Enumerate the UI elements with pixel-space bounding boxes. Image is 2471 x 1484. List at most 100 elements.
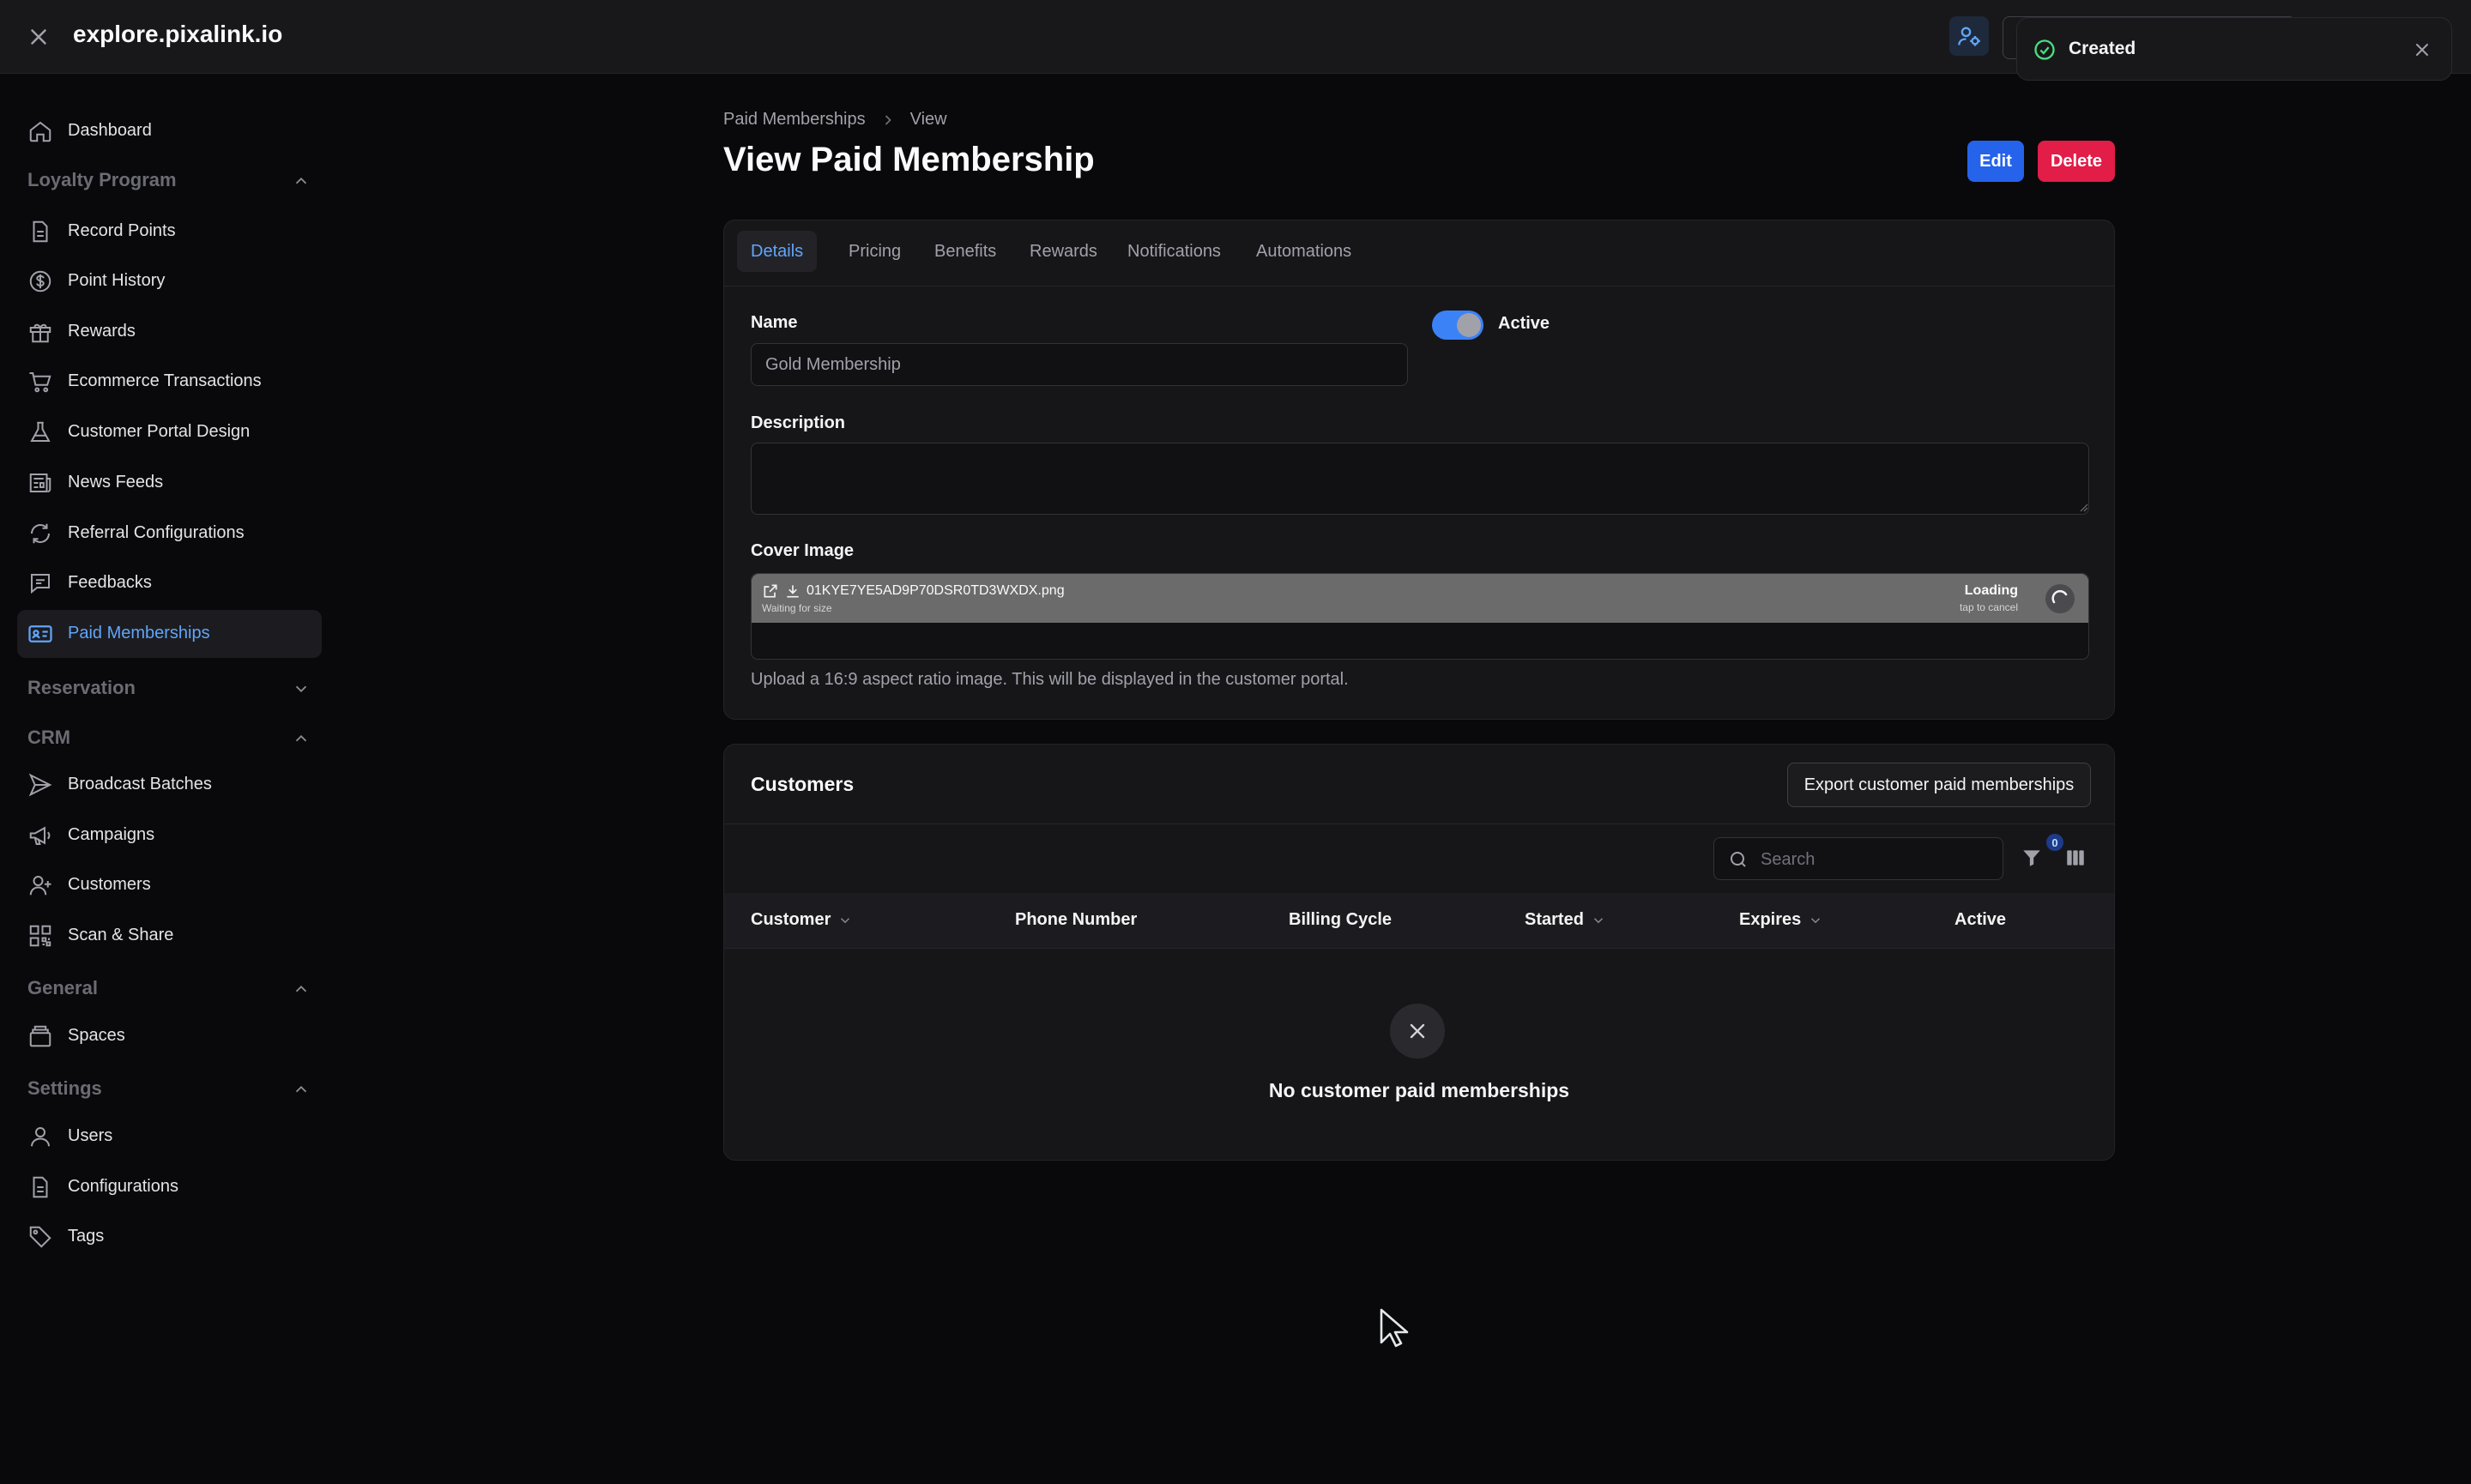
search-icon bbox=[1728, 849, 1749, 870]
empty-state-x-icon bbox=[1390, 1004, 1445, 1059]
sidebar-item-record-points[interactable]: Record Points bbox=[17, 208, 322, 256]
column-label: Billing Cycle bbox=[1289, 910, 1393, 929]
sidebar-item-paid-memberships[interactable]: Paid Memberships bbox=[17, 610, 322, 658]
resize-handle-icon[interactable] bbox=[2078, 502, 2088, 512]
chevron-up-icon bbox=[292, 1080, 311, 1099]
chevron-down-icon bbox=[837, 913, 853, 928]
chat-icon bbox=[27, 570, 53, 596]
tab-benefits[interactable]: Benefits bbox=[921, 231, 1010, 272]
breadcrumb-parent[interactable]: Paid Memberships bbox=[723, 110, 866, 130]
external-link-icon[interactable] bbox=[762, 582, 779, 600]
sidebar-item-customer-portal-design[interactable]: Customer Portal Design bbox=[17, 408, 322, 456]
filter-icon[interactable] bbox=[2021, 847, 2043, 869]
sidebar-item-scan-share[interactable]: Scan & Share bbox=[17, 912, 322, 960]
sidebar-item-label: Spaces bbox=[68, 1026, 125, 1045]
send-icon bbox=[27, 772, 53, 798]
sidebar-group-general[interactable]: General bbox=[27, 972, 311, 1006]
name-label: Name bbox=[751, 313, 798, 332]
sidebar-group-settings[interactable]: Settings bbox=[27, 1072, 311, 1107]
tab-rewards[interactable]: Rewards bbox=[1016, 231, 1111, 272]
toggle-knob bbox=[1457, 313, 1481, 337]
sidebar-item-campaigns[interactable]: Campaigns bbox=[17, 811, 322, 860]
sidebar-group-loyalty[interactable]: Loyalty Program bbox=[27, 164, 311, 198]
sidebar-item-configurations[interactable]: Configurations bbox=[17, 1163, 322, 1211]
chevron-down-icon bbox=[292, 679, 311, 698]
sidebar-item-customers[interactable]: Customers bbox=[17, 861, 322, 909]
details-card: Details Pricing Benefits Rewards Notific… bbox=[723, 220, 2115, 720]
file-name: 01KYE7YE5AD9P70DSR0TD3WXDX.png bbox=[807, 583, 1065, 598]
sidebar-item-point-history[interactable]: Point History bbox=[17, 257, 322, 305]
user-settings-button[interactable] bbox=[1949, 16, 1989, 56]
sidebar-item-news-feeds[interactable]: News Feeds bbox=[17, 459, 322, 507]
check-circle-icon bbox=[2033, 38, 2057, 62]
column-expires[interactable]: Expires bbox=[1739, 910, 1823, 930]
file-item: 01KYE7YE5AD9P70DSR0TD3WXDX.png Waiting f… bbox=[752, 574, 2088, 623]
user-plus-icon bbox=[27, 872, 53, 898]
chevron-right-icon bbox=[879, 112, 897, 129]
chevron-up-icon bbox=[292, 172, 311, 190]
sidebar-item-dashboard[interactable]: Dashboard bbox=[17, 107, 322, 155]
column-label: Active bbox=[1954, 910, 2007, 929]
flask-icon bbox=[27, 419, 53, 445]
mouse-cursor-icon bbox=[1380, 1308, 1409, 1348]
columns-icon[interactable] bbox=[2064, 847, 2087, 869]
cover-image-upload[interactable]: 01KYE7YE5AD9P70DSR0TD3WXDX.png Waiting f… bbox=[751, 573, 2089, 660]
sidebar-item-label: Referral Configurations bbox=[68, 523, 245, 542]
sidebar-item-label: Scan & Share bbox=[68, 926, 174, 944]
column-label: Phone Number bbox=[1015, 910, 1138, 929]
export-button[interactable]: Export customer paid memberships bbox=[1787, 763, 2091, 807]
sidebar: Dashboard Loyalty Program Record Points … bbox=[0, 74, 335, 1484]
sidebar-item-label: Tags bbox=[68, 1227, 105, 1246]
id-card-icon bbox=[27, 621, 53, 647]
sidebar-item-referral-configurations[interactable]: Referral Configurations bbox=[17, 510, 322, 558]
delete-button[interactable]: Delete bbox=[2038, 141, 2115, 182]
sidebar-item-ecommerce-transactions[interactable]: Ecommerce Transactions bbox=[17, 358, 322, 406]
column-billing-cycle: Billing Cycle bbox=[1289, 910, 1392, 930]
sidebar-item-label: Paid Memberships bbox=[68, 624, 210, 642]
sidebar-group-crm[interactable]: CRM bbox=[27, 721, 311, 756]
sidebar-item-label: Users bbox=[68, 1126, 113, 1145]
tag-icon bbox=[27, 1224, 53, 1250]
column-customer[interactable]: Customer bbox=[751, 910, 853, 930]
user-icon bbox=[27, 1124, 53, 1149]
download-icon[interactable] bbox=[784, 582, 801, 600]
chevron-up-icon bbox=[292, 729, 311, 748]
file-size-status: Waiting for size bbox=[762, 602, 832, 614]
sidebar-item-broadcast-batches[interactable]: Broadcast Batches bbox=[17, 761, 322, 809]
column-label: Expires bbox=[1739, 910, 1802, 929]
column-started[interactable]: Started bbox=[1525, 910, 1606, 930]
sidebar-item-rewards[interactable]: Rewards bbox=[17, 308, 322, 356]
close-icon[interactable] bbox=[2412, 39, 2432, 60]
sidebar-item-feedbacks[interactable]: Feedbacks bbox=[17, 559, 322, 607]
sidebar-group-label: General bbox=[27, 977, 98, 998]
description-field[interactable] bbox=[751, 443, 2089, 515]
name-field[interactable]: Gold Membership bbox=[751, 343, 1408, 386]
column-label: Started bbox=[1525, 910, 1584, 929]
close-icon[interactable] bbox=[26, 24, 51, 50]
document-icon bbox=[27, 1174, 53, 1200]
sidebar-item-tags[interactable]: Tags bbox=[17, 1213, 322, 1261]
search-input[interactable] bbox=[1759, 847, 1994, 872]
tab-automations[interactable]: Automations bbox=[1242, 231, 1365, 272]
loading-spinner-icon[interactable] bbox=[2045, 584, 2075, 613]
sidebar-item-label: Point History bbox=[68, 271, 166, 290]
filter-count-badge: 0 bbox=[2046, 834, 2063, 851]
chevron-up-icon bbox=[292, 980, 311, 998]
edit-button[interactable]: Edit bbox=[1967, 141, 2024, 182]
sidebar-item-users[interactable]: Users bbox=[17, 1113, 322, 1161]
sidebar-item-label: Campaigns bbox=[68, 825, 155, 844]
tab-pricing[interactable]: Pricing bbox=[835, 231, 915, 272]
sidebar-item-label: Ecommerce Transactions bbox=[68, 371, 262, 390]
sidebar-group-reservation[interactable]: Reservation bbox=[27, 672, 311, 706]
sidebar-item-label: Customers bbox=[68, 875, 151, 894]
tab-details[interactable]: Details bbox=[737, 231, 818, 272]
active-toggle[interactable] bbox=[1432, 311, 1483, 340]
chevron-down-icon bbox=[1591, 913, 1606, 928]
active-label: Active bbox=[1498, 314, 1550, 333]
sidebar-item-label: Dashboard bbox=[68, 121, 152, 140]
home-icon bbox=[27, 118, 53, 144]
sidebar-item-label: Record Points bbox=[68, 221, 176, 240]
tab-notifications[interactable]: Notifications bbox=[1114, 231, 1235, 272]
sidebar-item-spaces[interactable]: Spaces bbox=[17, 1012, 322, 1060]
breadcrumb-current: View bbox=[909, 110, 947, 129]
